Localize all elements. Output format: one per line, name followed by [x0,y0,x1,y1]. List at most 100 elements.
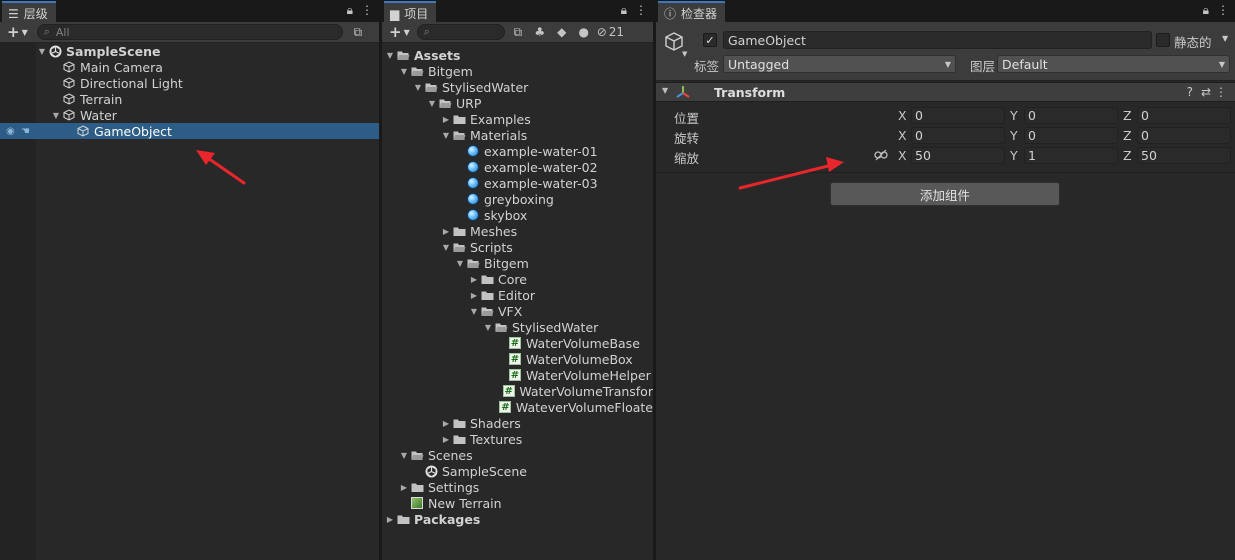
project-row[interactable]: ▼ Scenes [382,447,653,463]
scale-x-label[interactable]: X [898,148,907,163]
hierarchy-row[interactable]: Main Camera [0,59,379,75]
project-row[interactable]: ▶ Editor [382,287,653,303]
add-component-button[interactable]: 添加组件 [830,182,1060,206]
project-row[interactable]: example-water-03 [382,175,653,191]
project-row[interactable]: ▼ Assets [382,47,653,63]
more-menu-icon[interactable]: ⋮ [1217,3,1229,18]
expanded-arrow-icon[interactable]: ▼ [440,131,452,140]
project-row[interactable]: greyboxing [382,191,653,207]
hierarchy-row[interactable]: Directional Light [0,75,379,91]
hierarchy-row[interactable]: GameObject ◉ ☚ [0,123,379,139]
rotation-x-field[interactable]: 0 [911,127,1005,144]
rotation-y-label[interactable]: Y [1010,128,1018,143]
collapsed-arrow-icon[interactable]: ▶ [440,435,452,444]
create-button[interactable]: + ▼ [4,23,31,41]
hierarchy-tab[interactable]: ☰ 层级 [2,1,56,22]
error-filter-icon[interactable]: ● [575,24,593,40]
project-row[interactable]: ▼ Scripts [382,239,653,255]
project-search-field[interactable]: ⌕ [416,24,505,40]
scale-y-label[interactable]: Y [1010,148,1018,163]
object-name-field[interactable]: GameObject [723,31,1152,49]
collapsed-arrow-icon[interactable]: ▶ [440,419,452,428]
position-y-field[interactable]: 0 [1024,107,1118,124]
position-z-label[interactable]: Z [1123,108,1132,123]
rotation-z-field[interactable]: 0 [1137,127,1231,144]
scale-z-field[interactable]: 50 [1137,147,1231,164]
project-row[interactable]: ▼ Materials [382,127,653,143]
static-dropdown-chevron-icon[interactable]: ▼ [1222,34,1228,43]
project-row[interactable]: ▼ VFX [382,303,653,319]
expanded-arrow-icon[interactable]: ▼ [36,47,48,56]
rotation-z-label[interactable]: Z [1123,128,1132,143]
lock-icon[interactable]: 🔒︎ [1203,3,1209,18]
project-row[interactable]: # WateverVolumeFloate [382,399,653,415]
constrain-proportions-unlinked-icon[interactable] [874,149,888,164]
project-row[interactable]: # WaterVolumeHelper [382,367,653,383]
layer-dropdown[interactable]: Default ▼ [997,55,1230,73]
project-row[interactable]: ▼ Bitgem [382,63,653,79]
project-row[interactable]: ▼ StylisedWater [382,319,653,335]
position-x-label[interactable]: X [898,108,907,123]
pickable-hand-icon[interactable]: ☚ [21,126,30,137]
label-tag-icon[interactable]: ◆ [553,24,571,40]
project-row[interactable]: ▶ Settings [382,479,653,495]
foldout-arrow-icon[interactable]: ▼ [662,86,668,95]
position-y-label[interactable]: Y [1010,108,1018,123]
collapsed-arrow-icon[interactable]: ▶ [468,275,480,284]
collapsed-arrow-icon[interactable]: ▶ [468,291,480,300]
project-row[interactable]: ▼ Bitgem [382,255,653,271]
project-row[interactable]: ▶ Packages [382,511,653,527]
project-row[interactable]: SampleScene [382,463,653,479]
project-row[interactable]: # WaterVolumeTransfor [382,383,653,399]
lock-icon[interactable]: 🔒︎ [347,3,353,18]
expanded-arrow-icon[interactable]: ▼ [482,323,494,332]
more-menu-icon[interactable]: ⋮ [361,3,373,18]
more-menu-icon[interactable]: ⋮ [635,3,647,18]
filter-type-icon[interactable]: ♣ [531,24,549,40]
expanded-arrow-icon[interactable]: ▼ [398,451,410,460]
expanded-arrow-icon[interactable]: ▼ [426,99,438,108]
static-checkbox[interactable] [1156,33,1170,47]
active-checkbox[interactable]: ✓ [703,33,717,47]
expanded-arrow-icon[interactable]: ▼ [50,111,62,120]
project-row[interactable]: ▶ Core [382,271,653,287]
project-row[interactable]: skybox [382,207,653,223]
scale-x-field[interactable]: 50 [911,147,1005,164]
transform-component-header[interactable]: ▼ Transform ? ⇄ ⋮ [656,82,1235,102]
position-x-field[interactable]: 0 [911,107,1005,124]
project-tab[interactable]: ▆ 项目 [384,1,437,22]
preset-icon[interactable]: ⇄ [1201,85,1211,99]
tag-dropdown[interactable]: Untagged ▼ [723,55,956,73]
help-icon[interactable]: ? [1187,85,1193,99]
rotation-y-field[interactable]: 0 [1024,127,1118,144]
search-filter-icon[interactable]: ⧉ [349,24,367,40]
project-row[interactable]: example-water-02 [382,159,653,175]
icon-dropdown-chevron-icon[interactable]: ▼ [682,50,687,58]
expanded-arrow-icon[interactable]: ▼ [412,83,424,92]
project-row[interactable]: ▶ Meshes [382,223,653,239]
project-row[interactable]: # WaterVolumeBase [382,335,653,351]
visibility-eye-icon[interactable]: ◉ [6,126,15,137]
project-row[interactable]: example-water-01 [382,143,653,159]
inspector-tab[interactable]: ⓘ 检查器 [658,1,726,22]
expanded-arrow-icon[interactable]: ▼ [440,243,452,252]
rotation-x-label[interactable]: X [898,128,907,143]
project-row[interactable]: ▼ URP [382,95,653,111]
hierarchy-row[interactable]: ▼ Water [0,107,379,123]
collapsed-arrow-icon[interactable]: ▶ [440,227,452,236]
lock-icon[interactable]: 🔒︎ [621,3,627,18]
project-row[interactable]: ▶ Textures [382,431,653,447]
project-row[interactable]: ▶ Shaders [382,415,653,431]
expanded-arrow-icon[interactable]: ▼ [454,259,466,268]
search-by-type-icon[interactable]: ⧉ [509,24,527,40]
project-row[interactable]: ▼ StylisedWater [382,79,653,95]
scale-z-label[interactable]: Z [1123,148,1132,163]
create-asset-button[interactable]: + ▼ [386,23,413,41]
collapsed-arrow-icon[interactable]: ▶ [398,483,410,492]
collapsed-arrow-icon[interactable]: ▶ [440,115,452,124]
scale-y-field[interactable]: 1 [1024,147,1118,164]
project-row[interactable]: New Terrain [382,495,653,511]
collapsed-arrow-icon[interactable]: ▶ [384,515,396,524]
hierarchy-row[interactable]: ▼ SampleScene [0,43,379,59]
hierarchy-search-field[interactable]: ⌕ All [36,24,343,40]
